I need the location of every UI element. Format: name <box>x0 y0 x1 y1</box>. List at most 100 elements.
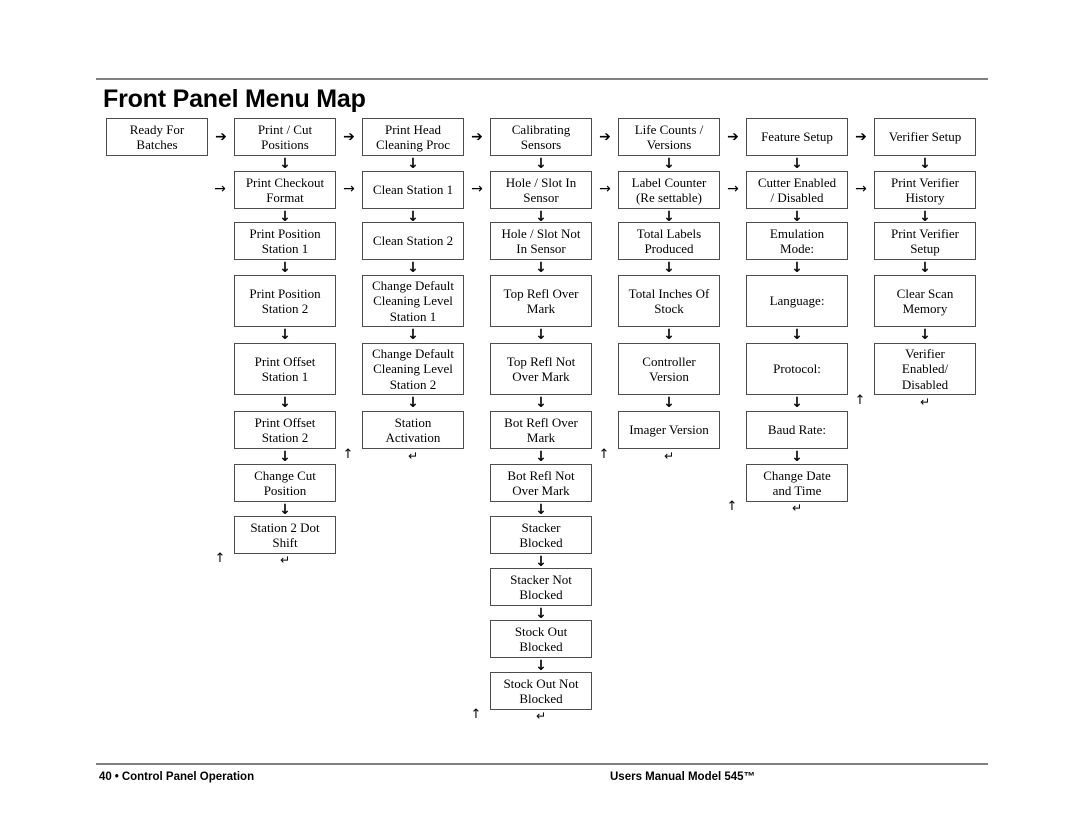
node-print-offset-station-1[interactable]: Print Offset Station 1 <box>234 343 336 395</box>
arrow-down-icon: ↓ <box>791 156 803 172</box>
arrow-up-icon: ↑ <box>470 707 482 722</box>
arrow-right-icon: ➔ <box>471 129 483 145</box>
node-print-verifier-setup[interactable]: Print Verifier Setup <box>874 222 976 260</box>
node-total-inches-of-stock[interactable]: Total Inches Of Stock <box>618 275 720 327</box>
arrow-down-icon: ↓ <box>535 395 547 411</box>
arrow-down-icon: ↓ <box>279 260 291 276</box>
node-stacker-blocked[interactable]: Stacker Blocked <box>490 516 592 554</box>
arrow-down-icon: ↓ <box>279 502 291 518</box>
node-stock-out-blocked[interactable]: Stock Out Blocked <box>490 620 592 658</box>
arrow-down-icon: ↓ <box>791 327 803 343</box>
node-clean-station-2[interactable]: Clean Station 2 <box>362 222 464 260</box>
arrow-right-icon: → <box>471 181 483 197</box>
node-top-refl-over-mark[interactable]: Top Refl Over Mark <box>490 275 592 327</box>
node-stock-out-not-blocked[interactable]: Stock Out Not Blocked <box>490 672 592 710</box>
node-calibrating-sensors[interactable]: Calibrating Sensors <box>490 118 592 156</box>
node-print-verifier-history[interactable]: Print Verifier History <box>874 171 976 209</box>
return-icon: ↵ <box>663 449 675 463</box>
node-bot-refl-over-mark[interactable]: Bot Refl Over Mark <box>490 411 592 449</box>
arrow-down-icon: ↓ <box>535 606 547 622</box>
arrow-down-icon: ↓ <box>407 260 419 276</box>
arrow-down-icon: ↓ <box>919 327 931 343</box>
node-change-cut-position[interactable]: Change Cut Position <box>234 464 336 502</box>
arrow-up-icon: ↑ <box>214 551 226 566</box>
arrow-down-icon: ↓ <box>663 260 675 276</box>
node-feature-setup[interactable]: Feature Setup <box>746 118 848 156</box>
footer-section: Control Panel Operation <box>121 771 255 783</box>
arrow-down-icon: ↓ <box>279 327 291 343</box>
node-top-refl-not-over-mark[interactable]: Top Refl Not Over Mark <box>490 343 592 395</box>
arrow-right-icon: → <box>343 181 355 197</box>
node-change-date-and-time[interactable]: Change Date and Time <box>746 464 848 502</box>
footer-divider <box>96 763 988 765</box>
arrow-down-icon: ↓ <box>919 260 931 276</box>
arrow-down-icon: ↓ <box>663 156 675 172</box>
arrow-down-icon: ↓ <box>407 395 419 411</box>
node-language[interactable]: Language: <box>746 275 848 327</box>
node-protocol[interactable]: Protocol: <box>746 343 848 395</box>
arrow-up-icon: ↑ <box>726 499 738 514</box>
node-controller-version[interactable]: Controller Version <box>618 343 720 395</box>
arrow-right-icon: ➔ <box>727 129 739 145</box>
node-cutter-enabled-disabled[interactable]: Cutter Enabled / Disabled <box>746 171 848 209</box>
arrow-right-icon: → <box>727 181 739 197</box>
arrow-down-icon: ↓ <box>791 449 803 465</box>
node-total-labels-produced[interactable]: Total Labels Produced <box>618 222 720 260</box>
page-title: Front Panel Menu Map <box>103 85 366 113</box>
footer-left: 40 • Control Panel Operation <box>99 771 254 783</box>
return-icon: ↵ <box>919 395 931 409</box>
node-ready-for-batches[interactable]: Ready For Batches <box>106 118 208 156</box>
arrow-down-icon: ↓ <box>279 156 291 172</box>
arrow-right-icon: → <box>214 181 226 197</box>
node-print-position-station-1[interactable]: Print Position Station 1 <box>234 222 336 260</box>
arrow-right-icon: → <box>599 181 611 197</box>
node-print-cut-positions[interactable]: Print / Cut Positions <box>234 118 336 156</box>
arrow-right-icon: ➔ <box>215 129 227 145</box>
node-station-activation[interactable]: Station Activation <box>362 411 464 449</box>
node-station-2-dot-shift[interactable]: Station 2 Dot Shift <box>234 516 336 554</box>
node-life-counts-versions[interactable]: Life Counts / Versions <box>618 118 720 156</box>
arrow-right-icon: → <box>855 181 867 197</box>
node-print-position-station-2[interactable]: Print Position Station 2 <box>234 275 336 327</box>
node-verifier-enabled-disabled[interactable]: Verifier Enabled/ Disabled <box>874 343 976 395</box>
return-icon: ↵ <box>791 501 803 515</box>
arrow-right-icon: ➔ <box>343 129 355 145</box>
node-hole-slot-in-sensor[interactable]: Hole / Slot In Sensor <box>490 171 592 209</box>
node-hole-slot-not-in-sensor[interactable]: Hole / Slot Not In Sensor <box>490 222 592 260</box>
node-change-default-cleaning-level-station-2[interactable]: Change Default Cleaning Level Station 2 <box>362 343 464 395</box>
arrow-down-icon: ↓ <box>535 449 547 465</box>
arrow-down-icon: ↓ <box>791 260 803 276</box>
arrow-up-icon: ↑ <box>598 447 610 462</box>
node-bot-refl-not-over-mark[interactable]: Bot Refl Not Over Mark <box>490 464 592 502</box>
node-print-checkout-format[interactable]: Print Checkout Format <box>234 171 336 209</box>
node-baud-rate[interactable]: Baud Rate: <box>746 411 848 449</box>
arrow-down-icon: ↓ <box>535 658 547 674</box>
arrow-down-icon: ↓ <box>279 395 291 411</box>
node-imager-version[interactable]: Imager Version <box>618 411 720 449</box>
arrow-right-icon: ➔ <box>855 129 867 145</box>
arrow-down-icon: ↓ <box>407 327 419 343</box>
node-verifier-setup[interactable]: Verifier Setup <box>874 118 976 156</box>
node-print-head-cleaning-proc[interactable]: Print Head Cleaning Proc <box>362 118 464 156</box>
footer-right: Users Manual Model 545™ <box>610 771 756 783</box>
node-clear-scan-memory[interactable]: Clear Scan Memory <box>874 275 976 327</box>
arrow-down-icon: ↓ <box>535 327 547 343</box>
node-emulation-mode[interactable]: Emulation Mode: <box>746 222 848 260</box>
arrow-down-icon: ↓ <box>279 449 291 465</box>
arrow-up-icon: ↑ <box>854 393 866 408</box>
arrow-right-icon: ➔ <box>599 129 611 145</box>
return-icon: ↵ <box>535 709 547 723</box>
node-clean-station-1[interactable]: Clean Station 1 <box>362 171 464 209</box>
arrow-down-icon: ↓ <box>919 156 931 172</box>
arrow-up-icon: ↑ <box>342 447 354 462</box>
return-icon: ↵ <box>279 553 291 567</box>
arrow-down-icon: ↓ <box>663 327 675 343</box>
return-icon: ↵ <box>407 449 419 463</box>
arrow-down-icon: ↓ <box>535 502 547 518</box>
footer-bullet: • <box>114 771 119 783</box>
node-stacker-not-blocked[interactable]: Stacker Not Blocked <box>490 568 592 606</box>
header-divider <box>96 78 988 80</box>
node-print-offset-station-2[interactable]: Print Offset Station 2 <box>234 411 336 449</box>
node-label-counter-resettable[interactable]: Label Counter (Re settable) <box>618 171 720 209</box>
node-change-default-cleaning-level-station-1[interactable]: Change Default Cleaning Level Station 1 <box>362 275 464 327</box>
